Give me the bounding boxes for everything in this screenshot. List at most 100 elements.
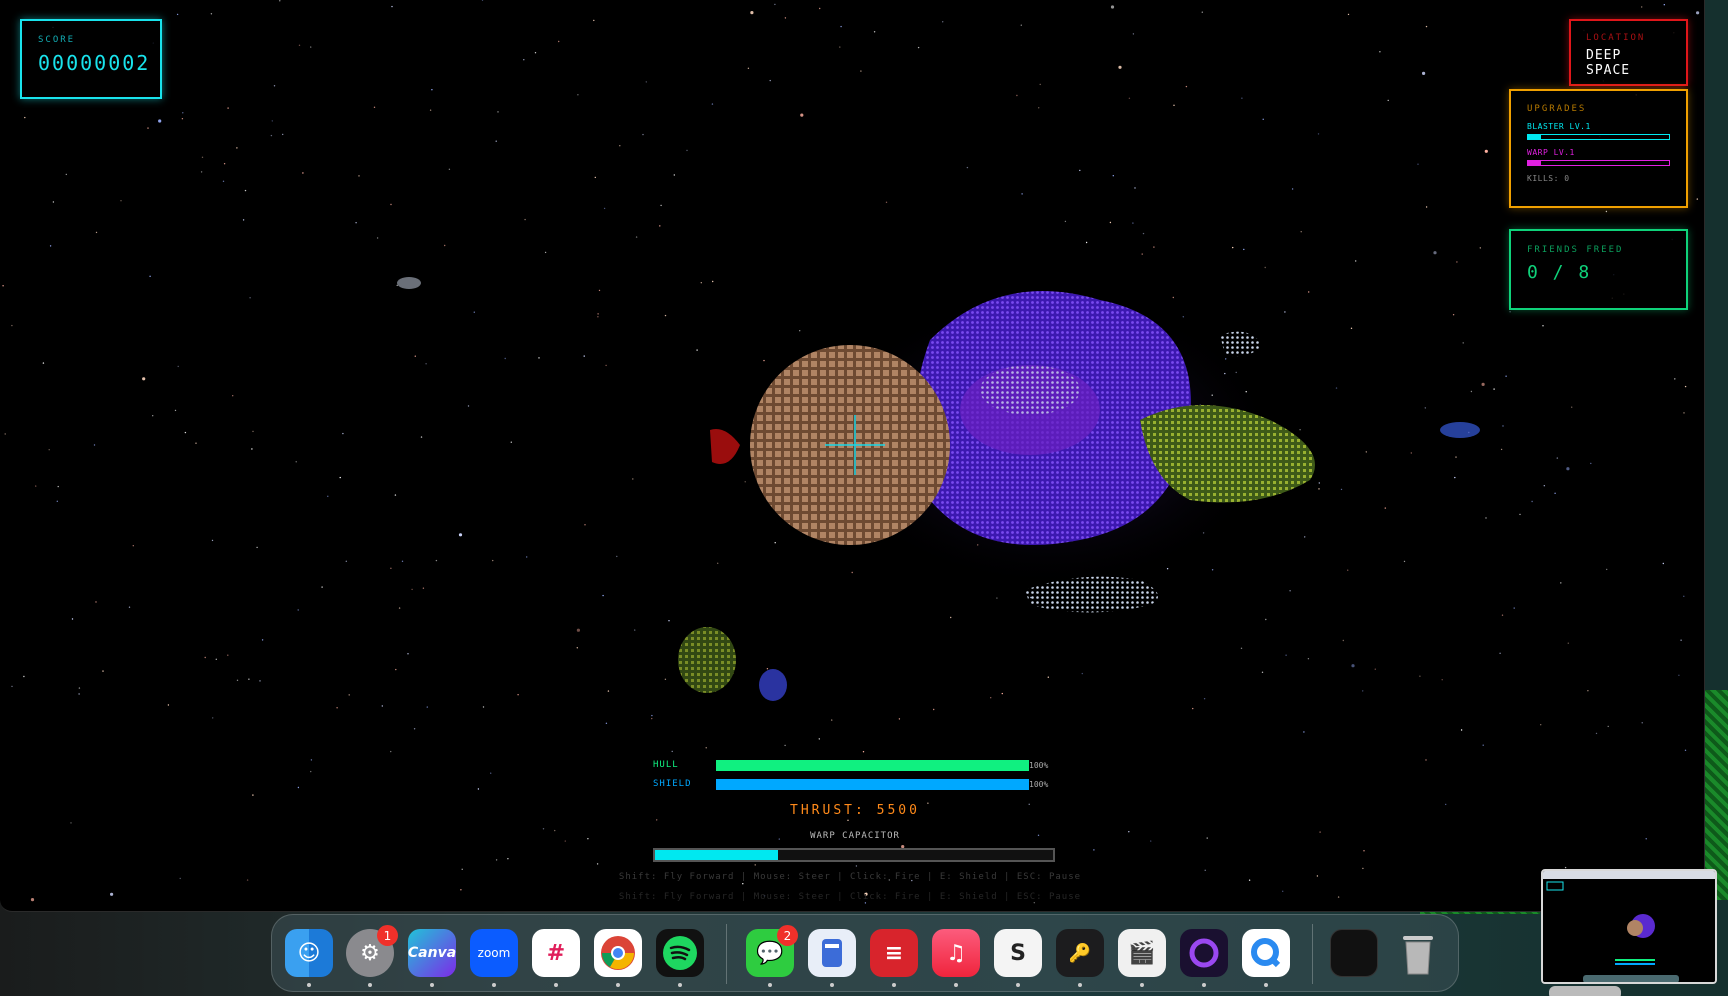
star bbox=[917, 46, 920, 49]
kills-counter: KILLS: 0 bbox=[1527, 174, 1570, 183]
upgrades-label: UPGRADES bbox=[1527, 104, 1587, 114]
star bbox=[1079, 169, 1081, 172]
upgrades-panel: UPGRADES BLASTER LV.1 WARP LV.1 KILLS: 0 bbox=[1509, 89, 1688, 208]
chrome-icon[interactable] bbox=[594, 929, 642, 977]
star bbox=[395, 668, 397, 671]
star bbox=[1337, 896, 1340, 898]
star bbox=[1132, 33, 1135, 35]
star bbox=[4, 433, 6, 435]
star bbox=[422, 587, 425, 589]
star bbox=[584, 524, 586, 526]
star bbox=[1150, 840, 1152, 842]
star bbox=[645, 81, 647, 83]
star bbox=[1362, 867, 1364, 870]
star bbox=[1232, 246, 1234, 249]
star bbox=[1460, 729, 1463, 731]
star bbox=[1363, 850, 1365, 852]
star bbox=[495, 859, 498, 861]
star bbox=[664, 678, 667, 680]
star bbox=[510, 441, 512, 443]
running-indicator bbox=[1202, 983, 1206, 987]
star bbox=[460, 889, 462, 891]
canva-icon[interactable]: Canva bbox=[408, 929, 456, 977]
star bbox=[248, 678, 250, 680]
star bbox=[659, 225, 661, 227]
star bbox=[1185, 85, 1188, 88]
finder-icon[interactable]: ☺ bbox=[285, 929, 333, 977]
star bbox=[1384, 507, 1387, 509]
shield-bar bbox=[716, 779, 1029, 790]
star bbox=[49, 245, 52, 247]
star bbox=[754, 864, 756, 866]
star bbox=[492, 559, 494, 562]
star bbox=[554, 829, 556, 832]
screenshot-stack-icon[interactable] bbox=[1330, 929, 1378, 977]
quicktime-icon[interactable] bbox=[1242, 929, 1290, 977]
star bbox=[204, 656, 206, 659]
star bbox=[373, 106, 376, 109]
spotify-icon[interactable] bbox=[656, 929, 704, 977]
star bbox=[431, 89, 433, 91]
star bbox=[542, 828, 545, 830]
star bbox=[477, 788, 480, 790]
passwords-icon[interactable]: 🔑 bbox=[1056, 929, 1104, 977]
star bbox=[1021, 193, 1023, 195]
expressvpn-icon[interactable]: ≡ bbox=[870, 929, 918, 977]
upgrade-blaster-bar bbox=[1527, 134, 1670, 140]
star bbox=[1605, 210, 1608, 213]
screenshot-thumbnail[interactable] bbox=[1541, 869, 1717, 984]
space-scene[interactable] bbox=[0, 0, 1705, 912]
star bbox=[1433, 251, 1437, 255]
star bbox=[576, 647, 578, 649]
score-value: 00000002 bbox=[38, 51, 151, 75]
nebula-cluster bbox=[397, 277, 1480, 701]
star bbox=[1308, 291, 1310, 293]
star bbox=[1284, 311, 1286, 313]
star bbox=[1587, 690, 1589, 692]
star bbox=[1502, 425, 1504, 427]
star bbox=[212, 717, 214, 719]
star bbox=[1374, 668, 1377, 670]
star bbox=[429, 109, 432, 111]
star bbox=[1481, 382, 1485, 386]
star bbox=[1556, 457, 1559, 459]
star bbox=[57, 485, 59, 488]
star bbox=[11, 685, 13, 688]
preview-icon[interactable] bbox=[808, 929, 856, 977]
star bbox=[1531, 500, 1533, 503]
star bbox=[605, 364, 607, 367]
running-indicator bbox=[1016, 983, 1020, 987]
star bbox=[1351, 664, 1355, 668]
star bbox=[1192, 707, 1194, 710]
game-window[interactable]: SCORE 00000002 LOCATION DEEP SPACE UPGRA… bbox=[0, 0, 1705, 912]
trash-icon[interactable] bbox=[1394, 929, 1442, 977]
running-indicator bbox=[830, 983, 834, 987]
shortcut-icon[interactable]: S bbox=[994, 929, 1042, 977]
star bbox=[1441, 679, 1443, 681]
star bbox=[342, 432, 344, 435]
star bbox=[391, 5, 393, 8]
star bbox=[1118, 65, 1122, 69]
running-indicator bbox=[368, 983, 372, 987]
star bbox=[1153, 246, 1155, 248]
location-value: DEEP SPACE bbox=[1586, 48, 1631, 78]
star bbox=[700, 282, 702, 284]
star bbox=[420, 436, 423, 438]
music-icon[interactable]: ♫ bbox=[932, 929, 980, 977]
star bbox=[597, 313, 599, 315]
claquette-icon[interactable]: 🎬 bbox=[1118, 929, 1166, 977]
star bbox=[602, 594, 604, 597]
shield-percent: 100% bbox=[1029, 780, 1049, 789]
zoom-icon[interactable]: zoom bbox=[470, 929, 518, 977]
star bbox=[1641, 6, 1643, 8]
star bbox=[1683, 595, 1685, 597]
star bbox=[1501, 614, 1504, 616]
star bbox=[444, 244, 446, 247]
screen-recorder-icon[interactable] bbox=[1180, 929, 1228, 977]
star bbox=[1264, 266, 1266, 269]
star bbox=[390, 203, 392, 206]
star bbox=[1317, 133, 1320, 135]
slack-icon[interactable]: # bbox=[532, 929, 580, 977]
friends-freed-label: FRIENDS FREED bbox=[1527, 245, 1624, 255]
star bbox=[686, 149, 688, 152]
